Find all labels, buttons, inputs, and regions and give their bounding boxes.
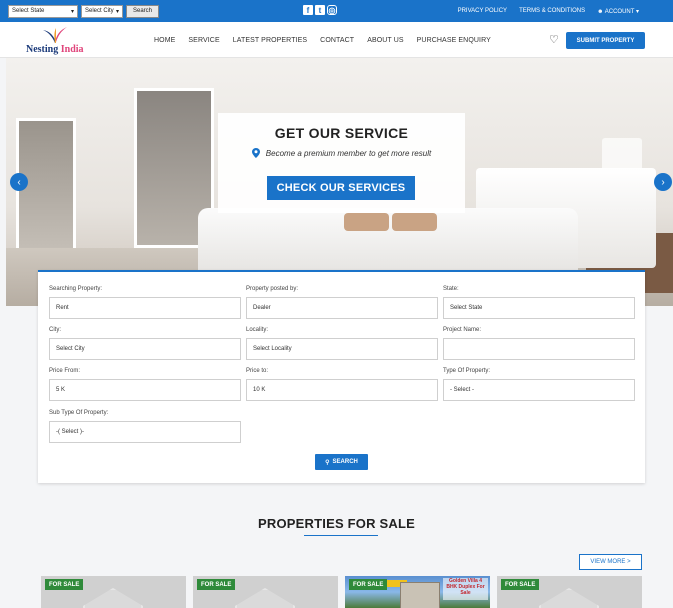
field-label: Type Of Property: [443,368,491,374]
locality-select[interactable]: Select Locality [246,338,438,360]
top-bar: Select State ▾ Select City ▾ Search f t … [0,0,673,22]
field-locality: Locality: Select Locality [246,327,438,360]
placeholder-house-icon [235,588,295,608]
chevron-right-icon: › [661,176,665,188]
for-sale-badge: FOR SALE [197,579,236,590]
submit-property-button[interactable]: SUBMIT PROPERTY [566,32,645,49]
hero-title: GET OUR SERVICE [274,125,409,141]
field-label: Price From: [49,368,81,374]
facebook-icon[interactable]: f [303,5,313,15]
logo-text-nesting: Nesting [26,44,59,55]
property-search-form: Searching Property: Rent Property posted… [38,270,645,483]
privacy-policy-link[interactable]: PRIVACY POLICY [458,8,507,14]
social-links: f t ◎ [303,5,337,15]
section-title: PROPERTIES FOR SALE [258,516,415,531]
for-sale-badge: FOR SALE [45,579,84,590]
twitter-icon[interactable]: t [315,5,325,15]
nav-item-about-us[interactable]: ABOUT US [367,37,403,44]
price-to-select[interactable]: 10 K [246,379,438,401]
nav-item-contact[interactable]: CONTACT [320,37,354,44]
top-links: PRIVACY POLICY TERMS & CONDITIONS ☻ ACCO… [458,0,639,22]
search-button[interactable]: ⚲ SEARCH [315,454,368,470]
hero-subtitle-text: Become a premium member to get more resu… [265,148,432,158]
nav-item-latest-properties[interactable]: LATEST PROPERTIES [233,37,307,44]
field-label: Price to: [246,368,269,374]
field-price-to: Price to: 10 K [246,368,438,401]
field-label: State: [443,286,459,292]
logo-text: Nesting India [26,44,84,55]
placeholder-house-icon [539,588,599,608]
state-select-value: Select State [12,8,45,14]
main-nav: Nesting India HOME SERVICE LATEST PROPER… [0,22,673,58]
property-card[interactable]: FOR SALE [497,576,642,608]
property-card[interactable]: Golden Villa 4 BHK Duplex For Sale FOR S… [345,576,490,608]
top-search-button[interactable]: Search [126,4,160,18]
hero-pillow [392,213,437,231]
property-card[interactable]: FOR SALE [193,576,338,608]
nav-item-service[interactable]: SERVICE [188,37,219,44]
for-sale-badge: FOR SALE [501,579,540,590]
state-select[interactable]: Select State ▾ [8,4,78,18]
city-select-value: Select City [85,8,114,14]
searching-property-select[interactable]: Rent [49,297,241,319]
nav-item-purchase-enquiry[interactable]: PURCHASE ENQUIRY [417,37,491,44]
sub-type-select[interactable]: -( Select )- [49,421,241,443]
carousel-next-button[interactable]: › [654,173,672,191]
user-icon: ☻ [597,8,604,15]
logo-mark-icon [43,27,67,43]
chevron-down-icon: ▾ [70,8,74,15]
price-from-select[interactable]: 5 K [49,379,241,401]
hero-subtitle: Become a premium member to get more resu… [218,148,465,158]
terms-link[interactable]: TERMS & CONDITIONS [519,8,585,14]
project-name-input[interactable] [443,338,635,360]
field-type-of-property: Type Of Property: - Select - [443,368,635,401]
posted-by-select[interactable]: Dealer [246,297,438,319]
hero-pillow [344,213,389,231]
field-state: State: Select State [443,286,635,319]
chevron-left-icon: ‹ [17,176,21,188]
search-button-label: SEARCH [332,459,358,465]
field-searching-property: Searching Property: Rent [49,286,241,319]
field-label: Locality: [246,327,269,333]
field-label: Project Name: [443,327,482,333]
heart-icon[interactable]: ♡ [549,34,561,46]
city-select-field[interactable]: Select City [49,338,241,360]
logo-text-india: India [60,44,84,55]
city-select[interactable]: Select City ▾ [81,4,123,18]
location-pin-icon [251,148,260,158]
field-price-from: Price From: 5 K [49,368,241,401]
field-label: Sub Type Of Property: [49,410,109,416]
instagram-icon[interactable]: ◎ [327,5,337,15]
section-underline [304,535,378,536]
view-more-button[interactable]: VIEW MORE > [579,554,642,570]
field-posted-by: Property posted by: Dealer [246,286,438,319]
account-label: ACCOUNT [604,8,635,15]
property-photo [400,582,440,608]
chevron-down-icon: ▾ [115,8,119,15]
hero-card: GET OUR SERVICE Become a premium member … [218,113,465,213]
property-promo-text: Golden Villa 4 BHK Duplex For Sale [443,578,488,600]
hero-banner: ‹ › GET OUR SERVICE Become a premium mem… [6,58,673,306]
placeholder-house-icon [83,588,143,608]
for-sale-badge: FOR SALE [349,579,388,590]
field-project-name: Project Name: [443,327,635,360]
field-label: Property posted by: [246,286,299,292]
nav-menu: HOME SERVICE LATEST PROPERTIES CONTACT A… [154,22,491,58]
logo[interactable]: Nesting India [26,26,106,56]
field-sub-type: Sub Type Of Property: -( Select )- [49,410,241,443]
field-label: Searching Property: [49,286,103,292]
state-select-field[interactable]: Select State [443,297,635,319]
type-of-property-select[interactable]: - Select - [443,379,635,401]
property-card[interactable]: FOR SALE [41,576,186,608]
field-label: City: [49,327,61,333]
carousel-prev-button[interactable]: ‹ [10,173,28,191]
field-city: City: Select City [49,327,241,360]
search-icon: ⚲ [325,459,330,466]
nav-item-home[interactable]: HOME [154,37,175,44]
account-menu[interactable]: ☻ ACCOUNT ▾ [597,8,639,15]
caret-down-icon: ▾ [635,8,639,15]
check-services-button[interactable]: CHECK OUR SERVICES [267,176,415,200]
